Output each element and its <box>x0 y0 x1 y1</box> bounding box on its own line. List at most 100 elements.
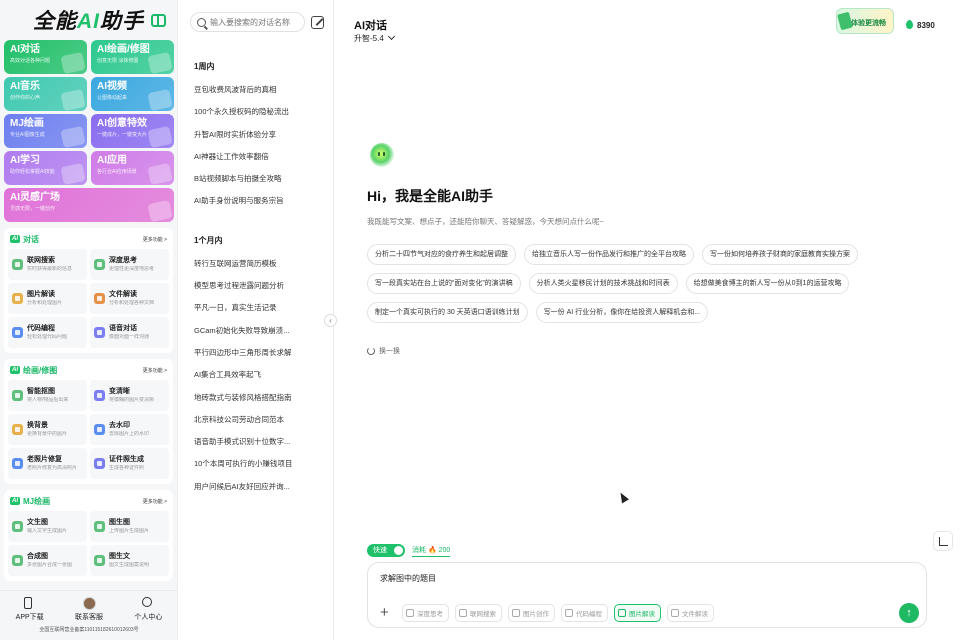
feature-subtitle: 实时获得最新的信息 <box>27 266 73 272</box>
history-item[interactable]: AI集合工具效率起飞 <box>178 364 333 386</box>
category-tile[interactable]: AI应用 各行业AI应用场景 <box>91 151 174 185</box>
logo[interactable]: 全能AI助手 <box>33 5 144 35</box>
history-item[interactable]: GCam初始化失败导致崩溃... <box>178 320 333 342</box>
promo-banner[interactable]: 体验更流畅 <box>836 8 894 34</box>
suggestion-chip[interactable]: 给独立音乐人写一份作品发行和推广的全平台攻略 <box>524 244 694 265</box>
send-button[interactable]: ↑ <box>899 603 919 623</box>
history-item[interactable]: 平凡一日，真实生活记录 <box>178 297 333 319</box>
history-item[interactable]: 10个本周可执行的小赚钱项目 <box>178 453 333 475</box>
suggestion-chip[interactable]: 分析人类火星移民计划的技术挑战和时间表 <box>528 273 678 294</box>
category-tile[interactable]: AI创意特效 一键成片，一键变大片 <box>91 114 174 148</box>
more-features-link[interactable]: 更多功能 > <box>143 236 167 243</box>
feature-section: AI MJ绘画 更多功能 > 文生图 输入文字生成图片 图生图 上传图片生成图片合成图 多张图… <box>4 490 173 581</box>
chat-input-box[interactable]: 求解图中的题目 + 深度思考 联网搜索 图片创作 代码编程 图片解读 文件解读 ↑ <box>367 562 927 628</box>
logo-prefix: 全能 <box>33 10 77 33</box>
history-item[interactable]: 100个永久授权码的隐秘流出 <box>178 101 333 123</box>
feature-text: 图生图 上传图片生成图片 <box>109 518 149 535</box>
feature-item[interactable]: 合成图 多张图片合成一张图 <box>8 545 87 576</box>
feature-title: 老照片修复 <box>27 456 62 463</box>
history-item[interactable]: 平行四边形中三角形周长求解 <box>178 342 333 364</box>
customer-service-button[interactable]: 联系客服 <box>75 597 103 622</box>
history-item[interactable]: 模型思考过程泄露问题分析 <box>178 275 333 297</box>
category-tile[interactable]: AI灵感广场 灵感无限，一键创作 <box>4 188 174 222</box>
more-features-link[interactable]: 更多功能 > <box>143 498 167 505</box>
feature-item[interactable]: 去水印 去除图片上的水印 <box>90 414 169 445</box>
feature-item[interactable]: 换背景 更换背景中的图片 <box>8 414 87 445</box>
history-list-month: 转行互联网运营简历模板 模型思考过程泄露问题分析 平凡一日，真实生活记录 GCam初始… <box>178 253 333 498</box>
sidebar-toggle-icon[interactable] <box>151 14 166 27</box>
icp-text[interactable]: 全国互联网营业备案110115182610012603号 <box>0 626 177 633</box>
suggestion-chip[interactable]: 分析二十四节气对应的食疗养生和起居调整 <box>367 244 516 265</box>
tile-subtitle: 灵感无限，一键创作 <box>10 206 56 212</box>
cost-label: 消耗 🔥 200 <box>412 545 451 557</box>
feature-sections: AI 对话 更多功能 > 联网搜索 实时获得最新的信息 深度思考 更理性更深度地思考 图片解读… <box>0 228 177 581</box>
suggestion-chip[interactable]: 制定一个真实可执行的 30 天英语口语训练计划 <box>367 302 528 323</box>
history-item[interactable]: 语音助手模式识别十位数字... <box>178 431 333 453</box>
category-tile[interactable]: AI对话 高效对话各种问题 <box>4 40 87 74</box>
section-title: AI 绘画/修图 <box>10 365 57 376</box>
app-download-button[interactable]: APP下载 <box>16 597 44 622</box>
feature-item[interactable]: 深度思考 更理性更深度地思考 <box>90 249 169 280</box>
feature-item[interactable]: 语音对话 像面对面一样沟通 <box>90 317 169 348</box>
chat-input[interactable]: 求解图中的题目 <box>380 573 436 584</box>
logo-ai: AI <box>77 10 100 33</box>
tool-button[interactable]: 图片解读 <box>614 604 661 622</box>
feature-item[interactable]: 图生图 上传图片生成图片 <box>90 511 169 542</box>
category-tile[interactable]: AI音乐 创作你的心声 <box>4 77 87 111</box>
suggestion-chip[interactable]: 写一段真实站在台上说的“面对变化”的演讲稿 <box>367 273 521 294</box>
personal-center-button[interactable]: 个人中心 <box>134 597 162 622</box>
feature-title: 图片解读 <box>27 291 55 298</box>
feature-item[interactable]: 老照片修复 老照片修复为高清照片 <box>8 448 87 479</box>
history-search[interactable] <box>190 12 306 32</box>
section-title: AI MJ绘画 <box>10 496 50 507</box>
feature-subtitle: 生成各种证件照 <box>109 465 145 471</box>
tool-button[interactable]: 代码编程 <box>561 604 608 622</box>
feature-item[interactable]: 联网搜索 实时获得最新的信息 <box>8 249 87 280</box>
history-search-input[interactable] <box>210 17 306 27</box>
category-tile[interactable]: MJ绘画 专业AI图像生成 <box>4 114 87 148</box>
feature-item[interactable]: 变清晰 将模糊的图片变清晰 <box>90 380 169 411</box>
history-item[interactable]: AI助手身份说明与服务宗旨 <box>178 190 333 212</box>
tool-button[interactable]: 联网搜索 <box>455 604 502 622</box>
model-selector[interactable]: 升智-5.4 <box>354 32 395 44</box>
feature-item[interactable]: 文件解读 分析和处理各种文档 <box>90 283 169 314</box>
tile-illustration-icon <box>147 162 173 185</box>
feature-item[interactable]: 智能抠图 将人物/物品抠出来 <box>8 380 87 411</box>
feature-item[interactable]: 证件照生成 生成各种证件照 <box>90 448 169 479</box>
suggestion-chip[interactable]: 给想做美食博主的新人写一份从0到1的运营攻略 <box>685 273 850 294</box>
history-item[interactable]: 豆包收费风波背后的真相 <box>178 79 333 101</box>
feature-icon <box>94 259 105 270</box>
history-item[interactable]: 用户问候后AI友好回应并询... <box>178 476 333 498</box>
tool-buttons: 深度思考 联网搜索 图片创作 代码编程 图片解读 文件解读 <box>402 604 714 622</box>
feature-title: 智能抠图 <box>27 388 55 395</box>
feature-icon <box>12 327 23 338</box>
tool-button[interactable]: 深度思考 <box>402 604 449 622</box>
suggestion-chip[interactable]: 写一份 AI 行业分析，像你在给投资人解释机会和... <box>535 302 709 323</box>
points-counter[interactable]: 8390 <box>906 20 935 30</box>
category-tile[interactable]: AI学习 助你轻松掌握AI技能 <box>4 151 87 185</box>
history-item[interactable]: AI神器让工作效率翻倍 <box>178 146 333 168</box>
category-tile[interactable]: AI绘画/修图 创意无限 涂抹修图 <box>91 40 174 74</box>
feature-item[interactable]: 图生文 图文生成图案说明 <box>90 545 169 576</box>
more-features-link[interactable]: 更多功能 > <box>143 367 167 374</box>
feature-subtitle: 分析和处理各种文档 <box>109 300 155 306</box>
add-attachment-icon[interactable]: + <box>380 605 389 620</box>
intro-text: 我既能写文案、想点子，还能陪你聊天、答疑解惑，今天想问点什么呢~ <box>367 217 604 226</box>
fast-mode-toggle[interactable]: 快速 <box>367 544 405 557</box>
category-tile[interactable]: AI视频 让图像动起来 <box>91 77 174 111</box>
app: 全能AI助手 AI对话 高效对话各种问题 AI绘画/修图 创意无限 涂抹修图 AI音乐创… <box>0 0 964 640</box>
feature-item[interactable]: 图片解读 分析和处理图片 <box>8 283 87 314</box>
history-item[interactable]: 北京科技公司劳动合同范本 <box>178 409 333 431</box>
tool-button[interactable]: 文件解读 <box>667 604 714 622</box>
refresh-button[interactable]: 换一换 <box>367 346 400 356</box>
history-item[interactable]: 转行互联网运营简历模板 <box>178 253 333 275</box>
history-item[interactable]: B站视频脚本与拍摄全攻略 <box>178 168 333 190</box>
tool-button[interactable]: 图片创作 <box>508 604 555 622</box>
history-item[interactable]: 地砖款式与装修风格搭配指南 <box>178 387 333 409</box>
history-item[interactable]: 升智AI限时实折体验分享 <box>178 124 333 146</box>
suggestion-chip[interactable]: 写一份如何培养孩子财商的家庭教育实操方案 <box>702 244 858 265</box>
feature-item[interactable]: 文生图 输入文字生成图片 <box>8 511 87 542</box>
new-chat-icon[interactable] <box>311 15 324 29</box>
feature-item[interactable]: 代码编程 轻松处理代码问题 <box>8 317 87 348</box>
screenshot-icon[interactable] <box>933 531 953 551</box>
